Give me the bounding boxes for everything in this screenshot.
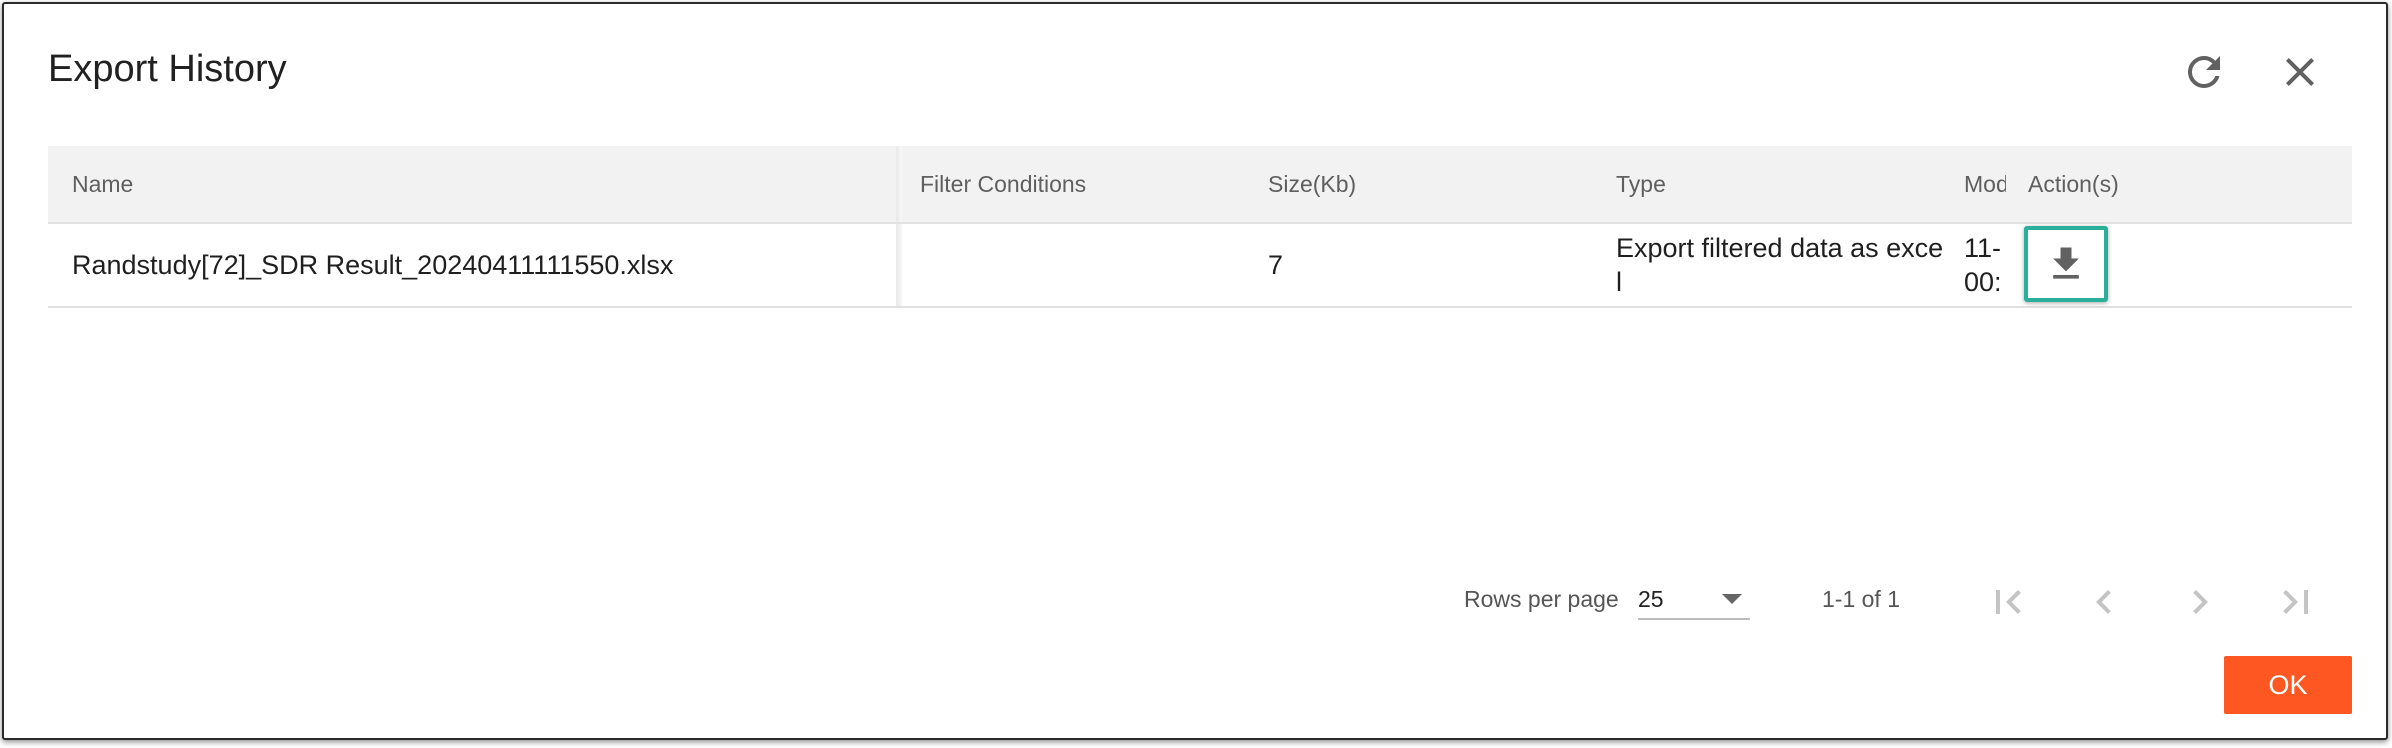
previous-page-button[interactable] [2080, 578, 2128, 626]
next-page-button[interactable] [2176, 578, 2224, 626]
dialog-title: Export History [48, 48, 287, 90]
ok-button[interactable]: OK [2224, 656, 2352, 714]
cell-size: 7 [1268, 250, 1284, 280]
chevron-right-icon [2193, 590, 2208, 614]
chevron-left-icon [2096, 590, 2111, 614]
download-button[interactable] [2024, 226, 2108, 302]
last-page-icon [2283, 590, 2308, 614]
table-header: Name Filter Conditions Size(Kb) Type Mod… [48, 146, 2352, 224]
rows-per-page-value: 25 [1638, 586, 1664, 612]
dropdown-caret-icon [1722, 594, 1742, 604]
column-header-filter-conditions[interactable]: Filter Conditions [920, 146, 1240, 222]
first-page-icon [1996, 590, 2021, 614]
download-icon [2053, 247, 2079, 279]
column-resize-handle[interactable] [896, 146, 902, 222]
last-page-button[interactable] [2272, 578, 2320, 626]
refresh-button[interactable] [2180, 48, 2228, 96]
rows-per-page-label: Rows per page [1464, 586, 1619, 612]
close-icon [2286, 58, 2314, 86]
column-header-name[interactable]: Name [72, 146, 912, 222]
export-history-table: Name Filter Conditions Size(Kb) Type Mod… [48, 146, 2352, 308]
rows-per-page-select[interactable]: 25 [1638, 576, 1750, 620]
cell-modified: 11-00: [1964, 233, 2002, 297]
column-divider [896, 224, 902, 306]
column-header-type[interactable]: Type [1616, 146, 1946, 222]
cell-filter-conditions [920, 224, 1240, 306]
first-page-button[interactable] [1984, 578, 2032, 626]
close-button[interactable] [2276, 48, 2324, 96]
column-header-size[interactable]: Size(Kb) [1268, 146, 1568, 222]
column-header-actions: Action(s) [2028, 170, 2119, 197]
cell-name: Randstudy[72]_SDR Result_20240411111550.… [72, 250, 674, 280]
table-row: Randstudy[72]_SDR Result_20240411111550.… [48, 224, 2352, 308]
export-history-dialog: Export History Name Filter Conditions Si… [2, 2, 2388, 740]
page-range: 1-1 of 1 [1822, 586, 1900, 612]
cell-type: Export filtered data as excel [1616, 233, 1944, 297]
column-header-modified[interactable]: Modified Time [1964, 146, 2006, 222]
pagination: Rows per page 25 1-1 of 1 [4, 576, 2392, 626]
refresh-icon [2187, 55, 2220, 88]
